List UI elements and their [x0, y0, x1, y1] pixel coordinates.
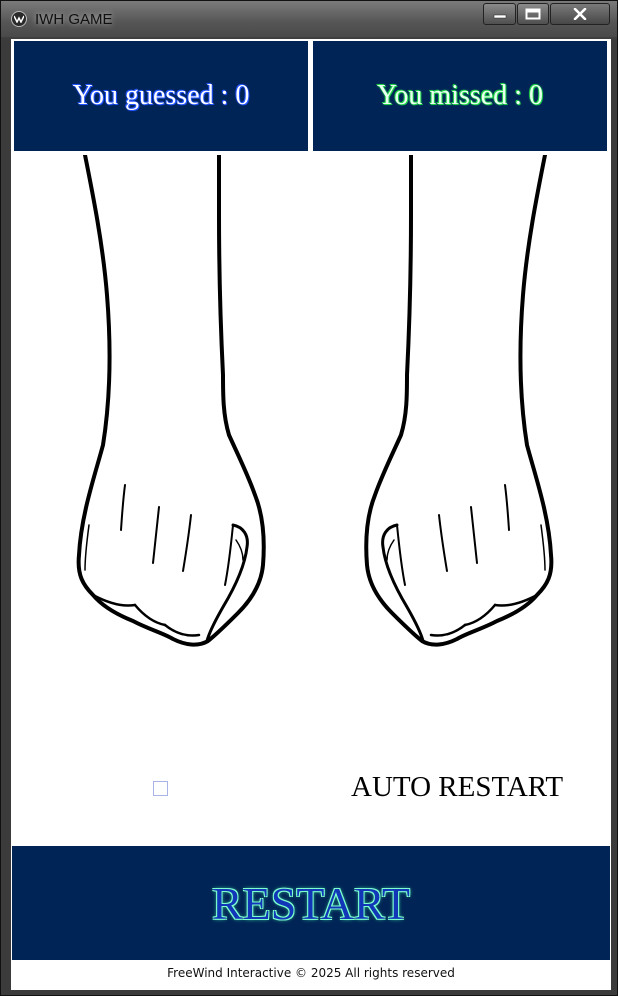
copyright-footer: FreeWind Interactive © 2025 All rights r…	[167, 966, 455, 980]
missed-counter: You missed : 0	[313, 41, 607, 151]
app-logo-icon	[11, 11, 27, 27]
minimize-icon	[493, 14, 506, 19]
window-title: IWH GAME	[35, 11, 113, 28]
close-button[interactable]	[550, 3, 610, 25]
close-icon	[573, 8, 587, 20]
restart-button[interactable]: RESTART	[12, 846, 610, 960]
maximize-icon	[525, 8, 541, 20]
fist-right-icon[interactable]	[357, 155, 557, 650]
game-area: You guessed : 0 You missed : 0 AUTO REST…	[11, 39, 611, 990]
auto-restart-checkbox[interactable]	[153, 781, 168, 796]
guessed-counter: You guessed : 0	[14, 41, 308, 151]
fist-left-icon[interactable]	[73, 155, 273, 650]
title-bar[interactable]: IWH GAME	[1, 1, 617, 37]
app-window: IWH GAME You guessed : 0 You missed : 0	[0, 0, 618, 996]
maximize-button[interactable]	[517, 3, 549, 25]
minimize-button[interactable]	[483, 3, 516, 25]
auto-restart-label: AUTO RESTART	[351, 771, 564, 803]
window-controls	[483, 3, 613, 27]
